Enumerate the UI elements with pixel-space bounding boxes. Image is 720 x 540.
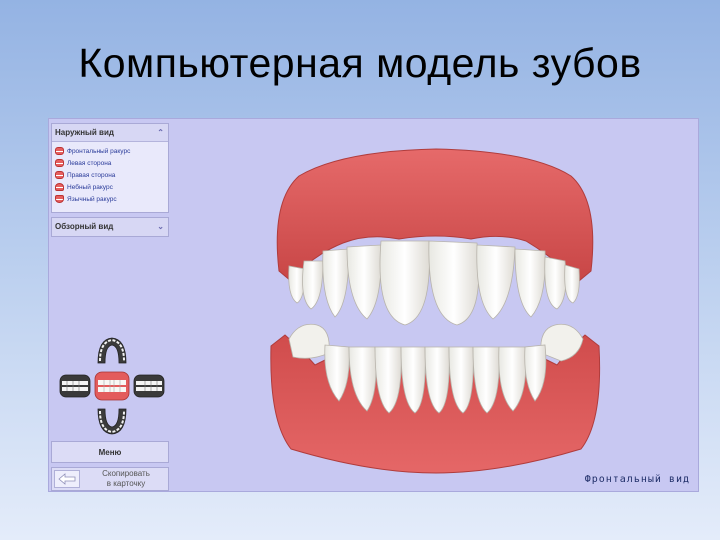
copy-label-line2: в карточку bbox=[106, 479, 146, 488]
view-caption: Фронтальный вид bbox=[584, 474, 690, 485]
view-item-left[interactable]: Левая сторона bbox=[52, 157, 168, 169]
copy-toolbar: Скопировать в карточку bbox=[51, 467, 169, 491]
outer-view-header[interactable]: Наружный вид ⌃ bbox=[52, 124, 168, 142]
teeth-icon bbox=[55, 147, 64, 155]
tongue-icon bbox=[55, 195, 64, 203]
copy-label-line1: Скопировать bbox=[102, 469, 150, 478]
upper-arch-view-button[interactable] bbox=[95, 336, 129, 366]
back-arrow-icon bbox=[58, 473, 76, 485]
view-item-label: Небный ракурс bbox=[67, 183, 113, 191]
menu-button[interactable]: Меню bbox=[51, 441, 169, 463]
view-item-label: Левая сторона bbox=[67, 159, 112, 167]
view-navigation-pad bbox=[57, 336, 167, 436]
copy-to-card-button[interactable]: Скопировать в карточку bbox=[84, 469, 168, 489]
view-item-frontal[interactable]: Фронтальный ракурс bbox=[52, 145, 168, 157]
view-item-palatal[interactable]: Небный ракурс bbox=[52, 181, 168, 193]
overview-header[interactable]: Обзорный вид ⌄ bbox=[52, 218, 168, 236]
view-item-label: Фронтальный ракурс bbox=[67, 147, 131, 155]
slide-title: Компьютерная модель зубов bbox=[78, 40, 642, 86]
outer-view-panel: Наружный вид ⌃ Фронтальный ракурс Левая … bbox=[51, 123, 169, 213]
model-viewport[interactable]: Фронтальный вид bbox=[171, 121, 696, 489]
view-item-label: Язычный ракурс bbox=[67, 195, 117, 203]
lower-arch-view-button[interactable] bbox=[95, 406, 129, 436]
view-item-label: Правая сторона bbox=[67, 171, 116, 179]
view-item-right[interactable]: Правая сторона bbox=[52, 169, 168, 181]
sidebar: Наружный вид ⌃ Фронтальный ракурс Левая … bbox=[51, 121, 169, 491]
overview-title: Обзорный вид bbox=[55, 222, 114, 231]
frontal-view-button[interactable] bbox=[94, 371, 130, 401]
teeth-icon bbox=[55, 159, 64, 167]
palate-icon bbox=[55, 183, 64, 191]
expand-icon[interactable]: ⌄ bbox=[157, 218, 164, 236]
teeth-model bbox=[270, 148, 601, 474]
left-side-view-button[interactable] bbox=[59, 373, 91, 399]
right-side-view-button[interactable] bbox=[133, 373, 165, 399]
outer-view-title: Наружный вид bbox=[55, 128, 114, 137]
upper-teeth bbox=[288, 240, 580, 326]
view-item-lingual[interactable]: Язычный ракурс bbox=[52, 193, 168, 205]
dental-model-app: Наружный вид ⌃ Фронтальный ракурс Левая … bbox=[48, 118, 699, 492]
back-button[interactable] bbox=[54, 470, 80, 488]
collapse-icon[interactable]: ⌃ bbox=[157, 124, 164, 142]
teeth-icon bbox=[55, 171, 64, 179]
overview-panel[interactable]: Обзорный вид ⌄ bbox=[51, 217, 169, 237]
